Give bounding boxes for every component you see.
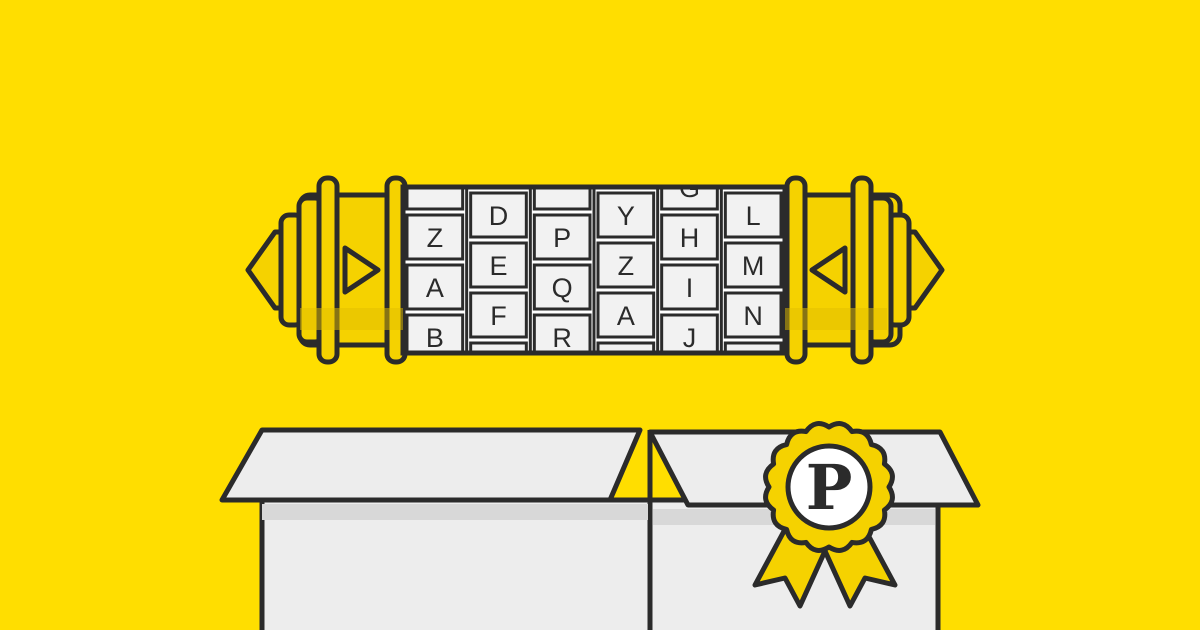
cryptex-tile [534, 365, 590, 409]
cryptex-letter: Y [617, 201, 635, 231]
scene-illustration: ZABCCDEFPQRSXYZAGHIJLMNO P [219, 143, 981, 630]
cryptex-letter: D [489, 201, 509, 231]
cryptex-letter: I [686, 273, 694, 303]
cryptex-tile [407, 365, 463, 409]
cryptex-dial-column[interactable]: GHIJ [660, 165, 719, 409]
box-left-flap [219, 427, 643, 503]
cryptex-letter: J [683, 323, 697, 353]
cryptex-letter: H [680, 223, 700, 253]
cryptex-letter: A [426, 273, 444, 303]
cryptex-tile [662, 365, 718, 409]
cryptex-letter: Z [618, 251, 635, 281]
cryptex-tile [469, 341, 528, 353]
cryptex-dial-column[interactable]: PQRS [532, 165, 592, 409]
cryptex-tile [723, 187, 783, 189]
cryptex-letter: P [553, 223, 571, 253]
cryptex-tile [469, 187, 528, 189]
cryptex-letter: Z [427, 223, 444, 253]
badge-letter: P [806, 451, 853, 524]
cryptex-letter: F [490, 301, 507, 331]
cryptex-tile [596, 341, 656, 353]
cryptex-letter: A [617, 301, 635, 331]
cryptex-dial-column[interactable]: ZABC [405, 165, 465, 409]
cryptex-tile [723, 341, 783, 353]
cryptex-letter: Q [552, 273, 573, 303]
cryptex-letter: X [617, 151, 635, 181]
cryptex-letter: E [489, 251, 507, 281]
cryptex-letter: N [743, 301, 763, 331]
cryptex-dial-column[interactable]: LMNO [723, 143, 783, 387]
cryptex-tile [596, 187, 656, 189]
cryptex-dial-column[interactable]: CDEF [469, 143, 528, 387]
cryptex-letter: C [425, 373, 445, 403]
cryptex-letter: B [426, 323, 444, 353]
cryptex-letter: R [552, 323, 572, 353]
cryptex-dial-columns: ZABCCDEFPQRSXYZAGHIJLMNO [405, 143, 783, 409]
cryptex-letter: C [489, 151, 509, 181]
cryptex-letter: S [553, 373, 571, 403]
cryptex-letter: L [746, 201, 761, 231]
cryptex-dial-column[interactable]: XYZA [596, 143, 656, 387]
cryptex-letter: M [742, 251, 765, 281]
cryptex-icon: ZABCCDEFPQRSXYZAGHIJLMNO [245, 143, 945, 409]
